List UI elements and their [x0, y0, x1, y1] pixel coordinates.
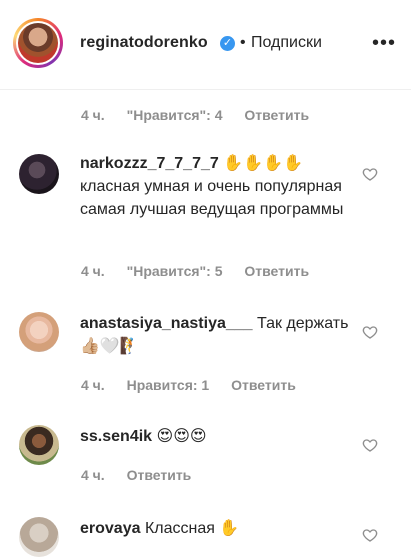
following-button[interactable]: Подписки	[251, 34, 322, 52]
reply-button[interactable]: Ответить	[231, 377, 296, 393]
like-heart-icon[interactable]	[362, 437, 378, 453]
comment-meta: 4 ч. "Нравится": 5 Ответить	[81, 263, 309, 279]
comment-time: 4 ч.	[81, 263, 105, 279]
comment-meta: 4 ч. Ответить	[81, 467, 191, 483]
comment-body: 😍😍😍	[152, 428, 207, 445]
comment-text: narkozzz_7_7_7_7 ✋✋✋✋ класная умная и оч…	[80, 152, 350, 221]
like-heart-icon[interactable]	[362, 166, 378, 182]
comment-likes[interactable]: "Нравится": 4	[127, 107, 223, 123]
comment-likes[interactable]: Нравится: 1	[127, 377, 210, 393]
comment-time: 4 ч.	[81, 107, 105, 123]
commenter-avatar[interactable]	[19, 425, 59, 465]
verified-badge-icon: ✓	[220, 36, 235, 51]
more-options-icon[interactable]: •••	[372, 33, 396, 53]
comment-time: 4 ч.	[81, 377, 105, 393]
like-heart-icon[interactable]	[362, 324, 378, 340]
commenter-username[interactable]: narkozzz_7_7_7_7	[80, 155, 219, 172]
post-header: reginatodorenko ✓ • Подписки •••	[0, 0, 411, 90]
like-heart-icon[interactable]	[362, 527, 378, 543]
commenter-avatar[interactable]	[19, 312, 59, 352]
commenter-avatar[interactable]	[19, 154, 59, 194]
story-ring-inner	[16, 21, 60, 65]
comment-text: erovaya Классная ✋	[80, 517, 350, 540]
comment-text: ss.sen4ik 😍😍😍	[80, 425, 350, 448]
commenter-username[interactable]: erovaya	[80, 520, 141, 537]
reply-button[interactable]: Ответить	[244, 263, 309, 279]
author-username[interactable]: reginatodorenko	[80, 34, 208, 52]
commenter-username[interactable]: ss.sen4ik	[80, 428, 152, 445]
comment-time: 4 ч.	[81, 467, 105, 483]
comment-meta: 4 ч. "Нравится": 4 Ответить	[81, 107, 309, 123]
comment-likes[interactable]: "Нравится": 5	[127, 263, 223, 279]
reply-button[interactable]: Ответить	[127, 467, 192, 483]
comment-meta: 4 ч. Нравится: 1 Ответить	[81, 377, 296, 393]
comment-body: Классная ✋	[140, 520, 240, 537]
reply-button[interactable]: Ответить	[244, 107, 309, 123]
story-ring[interactable]	[13, 18, 63, 68]
author-avatar[interactable]	[18, 23, 58, 63]
separator-dot: •	[240, 34, 246, 51]
comment-text: anastasiya_nastiya___ Так держать👍🏼🤍🧗	[80, 312, 350, 358]
commenter-username[interactable]: anastasiya_nastiya___	[80, 315, 253, 332]
commenter-avatar[interactable]	[19, 517, 59, 557]
